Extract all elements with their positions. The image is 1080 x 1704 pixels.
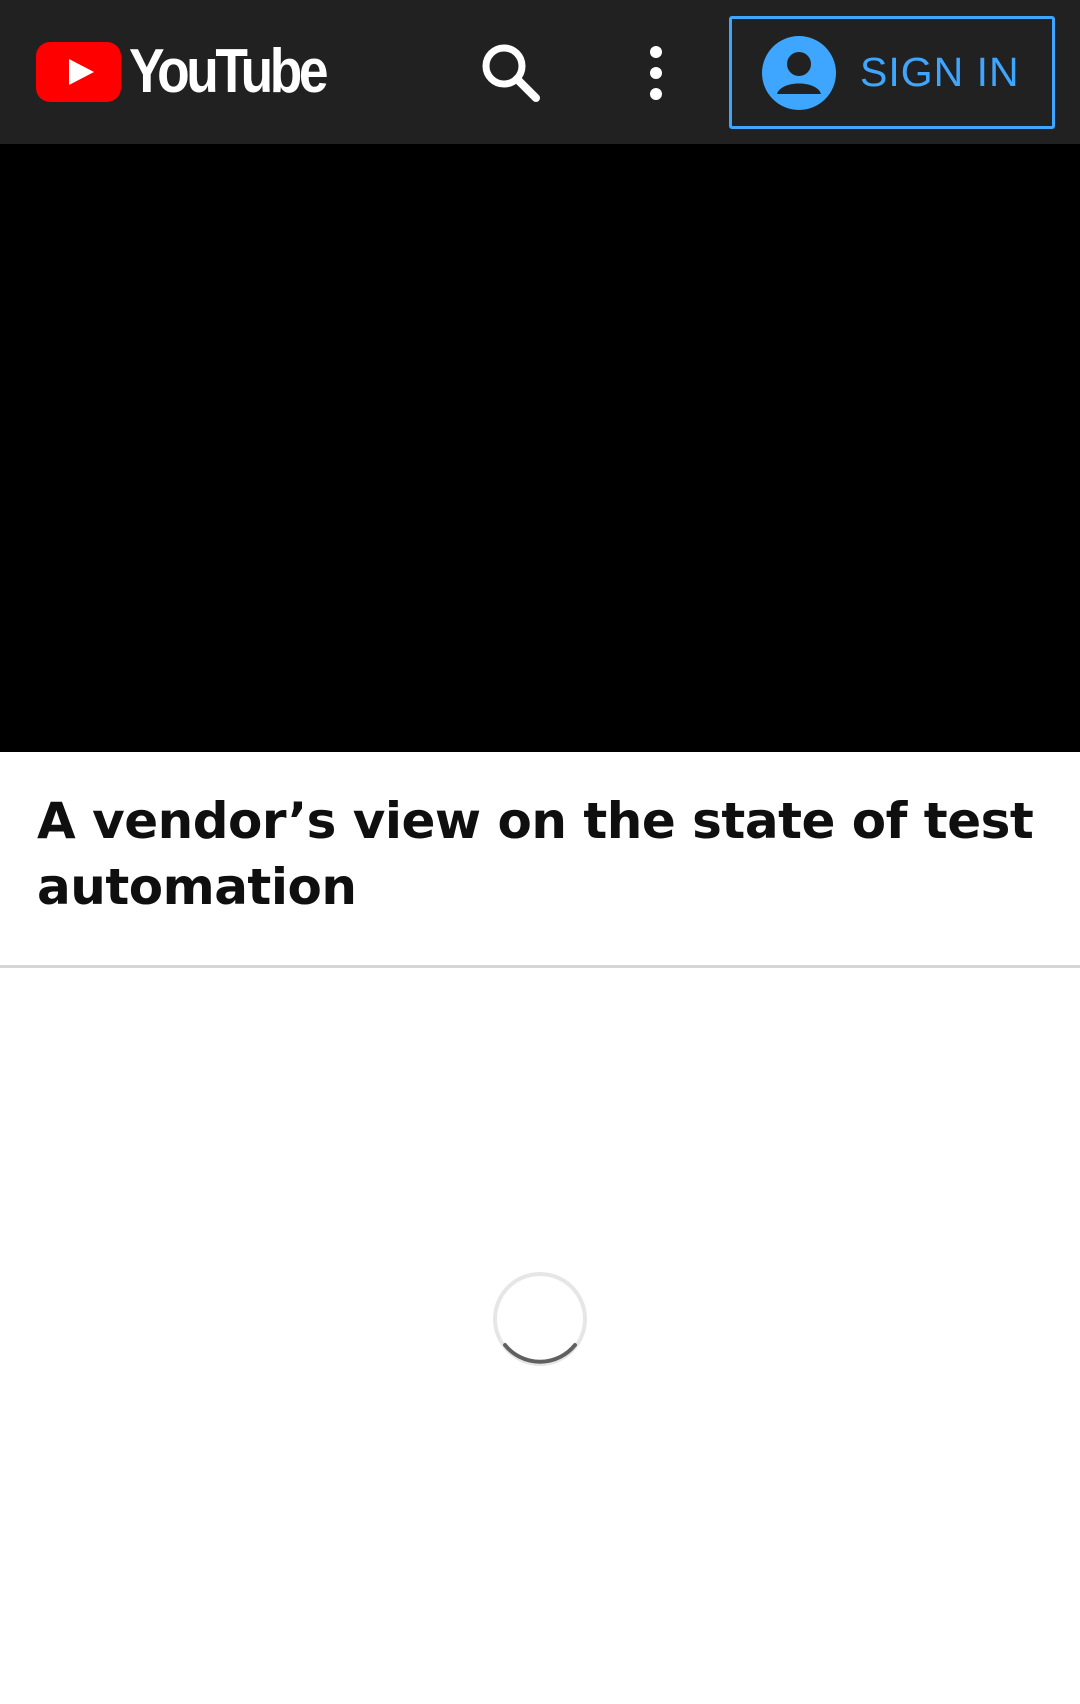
sign-in-button[interactable]: SIGN IN [729, 16, 1055, 129]
account-circle-icon [762, 35, 836, 110]
more-options-button[interactable] [630, 40, 682, 106]
video-title-section: A vendor’s view on the state of test aut… [0, 752, 1080, 968]
sign-in-label: SIGN IN [860, 49, 1020, 95]
search-icon [482, 44, 540, 102]
more-vert-icon [650, 46, 662, 100]
video-title[interactable]: A vendor’s view on the state of test aut… [37, 788, 1037, 920]
search-button[interactable] [478, 40, 544, 106]
spinner-icon [493, 1272, 587, 1366]
top-app-bar: YouTube SIGN IN [0, 0, 1080, 144]
youtube-wordmark: YouTube [129, 37, 329, 106]
youtube-logo[interactable]: YouTube [36, 40, 357, 104]
video-player[interactable] [0, 144, 1080, 752]
youtube-play-icon [36, 42, 121, 102]
